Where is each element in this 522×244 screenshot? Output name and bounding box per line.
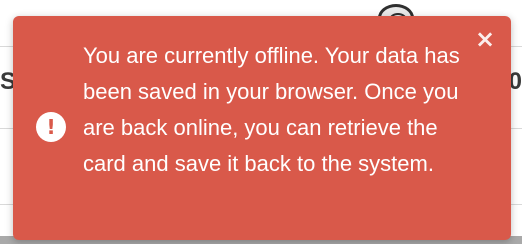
close-icon[interactable]: ×	[473, 26, 497, 52]
offline-notification-toast: ! You are currently offline. Your data h…	[13, 16, 511, 240]
toast-message: You are currently offline. Your data has…	[83, 43, 460, 176]
page: S 0 ! You are currently offline. Your da…	[0, 0, 522, 244]
exclamation-circle-icon: !	[36, 112, 66, 142]
